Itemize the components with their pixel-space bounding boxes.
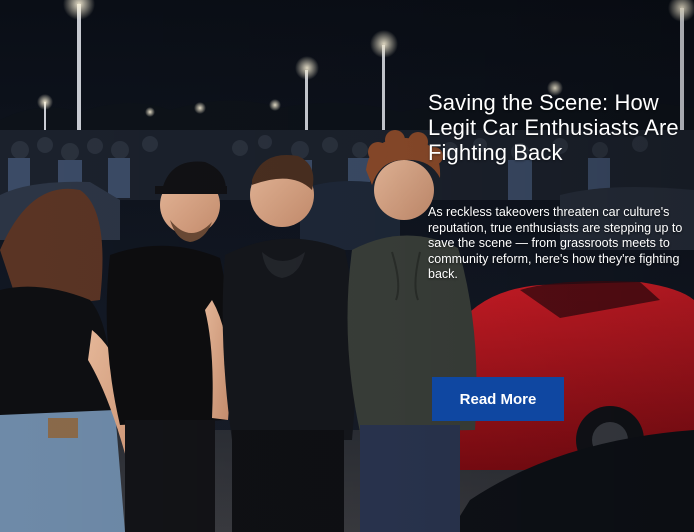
hero-banner: Saving the Scene: How Legit Car Enthusia…: [0, 0, 694, 532]
article-summary: As reckless takeovers threaten car cultu…: [428, 205, 683, 281]
read-more-button[interactable]: Read More: [432, 377, 564, 421]
article-headline: Saving the Scene: How Legit Car Enthusia…: [428, 90, 679, 165]
